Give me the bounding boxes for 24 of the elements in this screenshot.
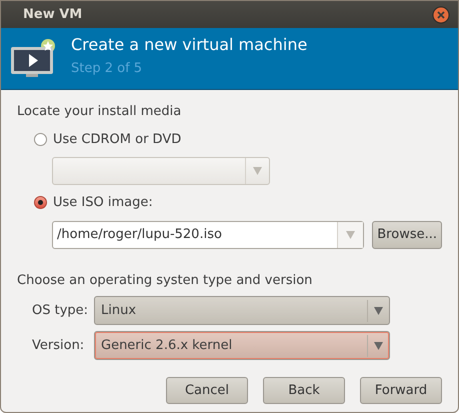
window-title: New VM — [23, 6, 82, 24]
section-label: Choose an operating systen type and version — [17, 272, 314, 290]
radio-button[interactable] — [34, 196, 47, 210]
dropdown-arrow-icon — [346, 230, 356, 238]
dropdown-arrow-icon — [374, 306, 383, 314]
step-indicator: Step 2 of 5 — [71, 61, 144, 78]
browse-button[interactable]: Browse... — [372, 220, 442, 248]
dropdown-arrow-icon — [253, 167, 262, 175]
monitor-play-icon — [10, 38, 57, 80]
field-label: Version: — [32, 336, 86, 355]
combo-entry[interactable]: /home/roger/lupu-520.iso — [52, 220, 364, 248]
radio-label: Use ISO image: — [53, 194, 153, 212]
dropdown[interactable]: Generic 2.6.x kernel — [94, 331, 390, 360]
dropdown[interactable]: Linux — [94, 296, 390, 325]
radio-button[interactable] — [34, 132, 47, 146]
field-label: OS type: — [32, 302, 90, 320]
section-label: Locate your install media — [17, 103, 182, 121]
dialog-button[interactable]: Cancel — [166, 377, 248, 404]
header-title: Create a new virtual machine — [71, 35, 308, 56]
dialog-button[interactable]: Forward — [360, 377, 442, 404]
close-icon[interactable] — [432, 6, 450, 24]
radio-label: Use CDROM or DVD — [53, 130, 182, 148]
dialog-button[interactable]: Back — [263, 377, 345, 404]
dropdown-arrow-icon — [374, 342, 383, 350]
